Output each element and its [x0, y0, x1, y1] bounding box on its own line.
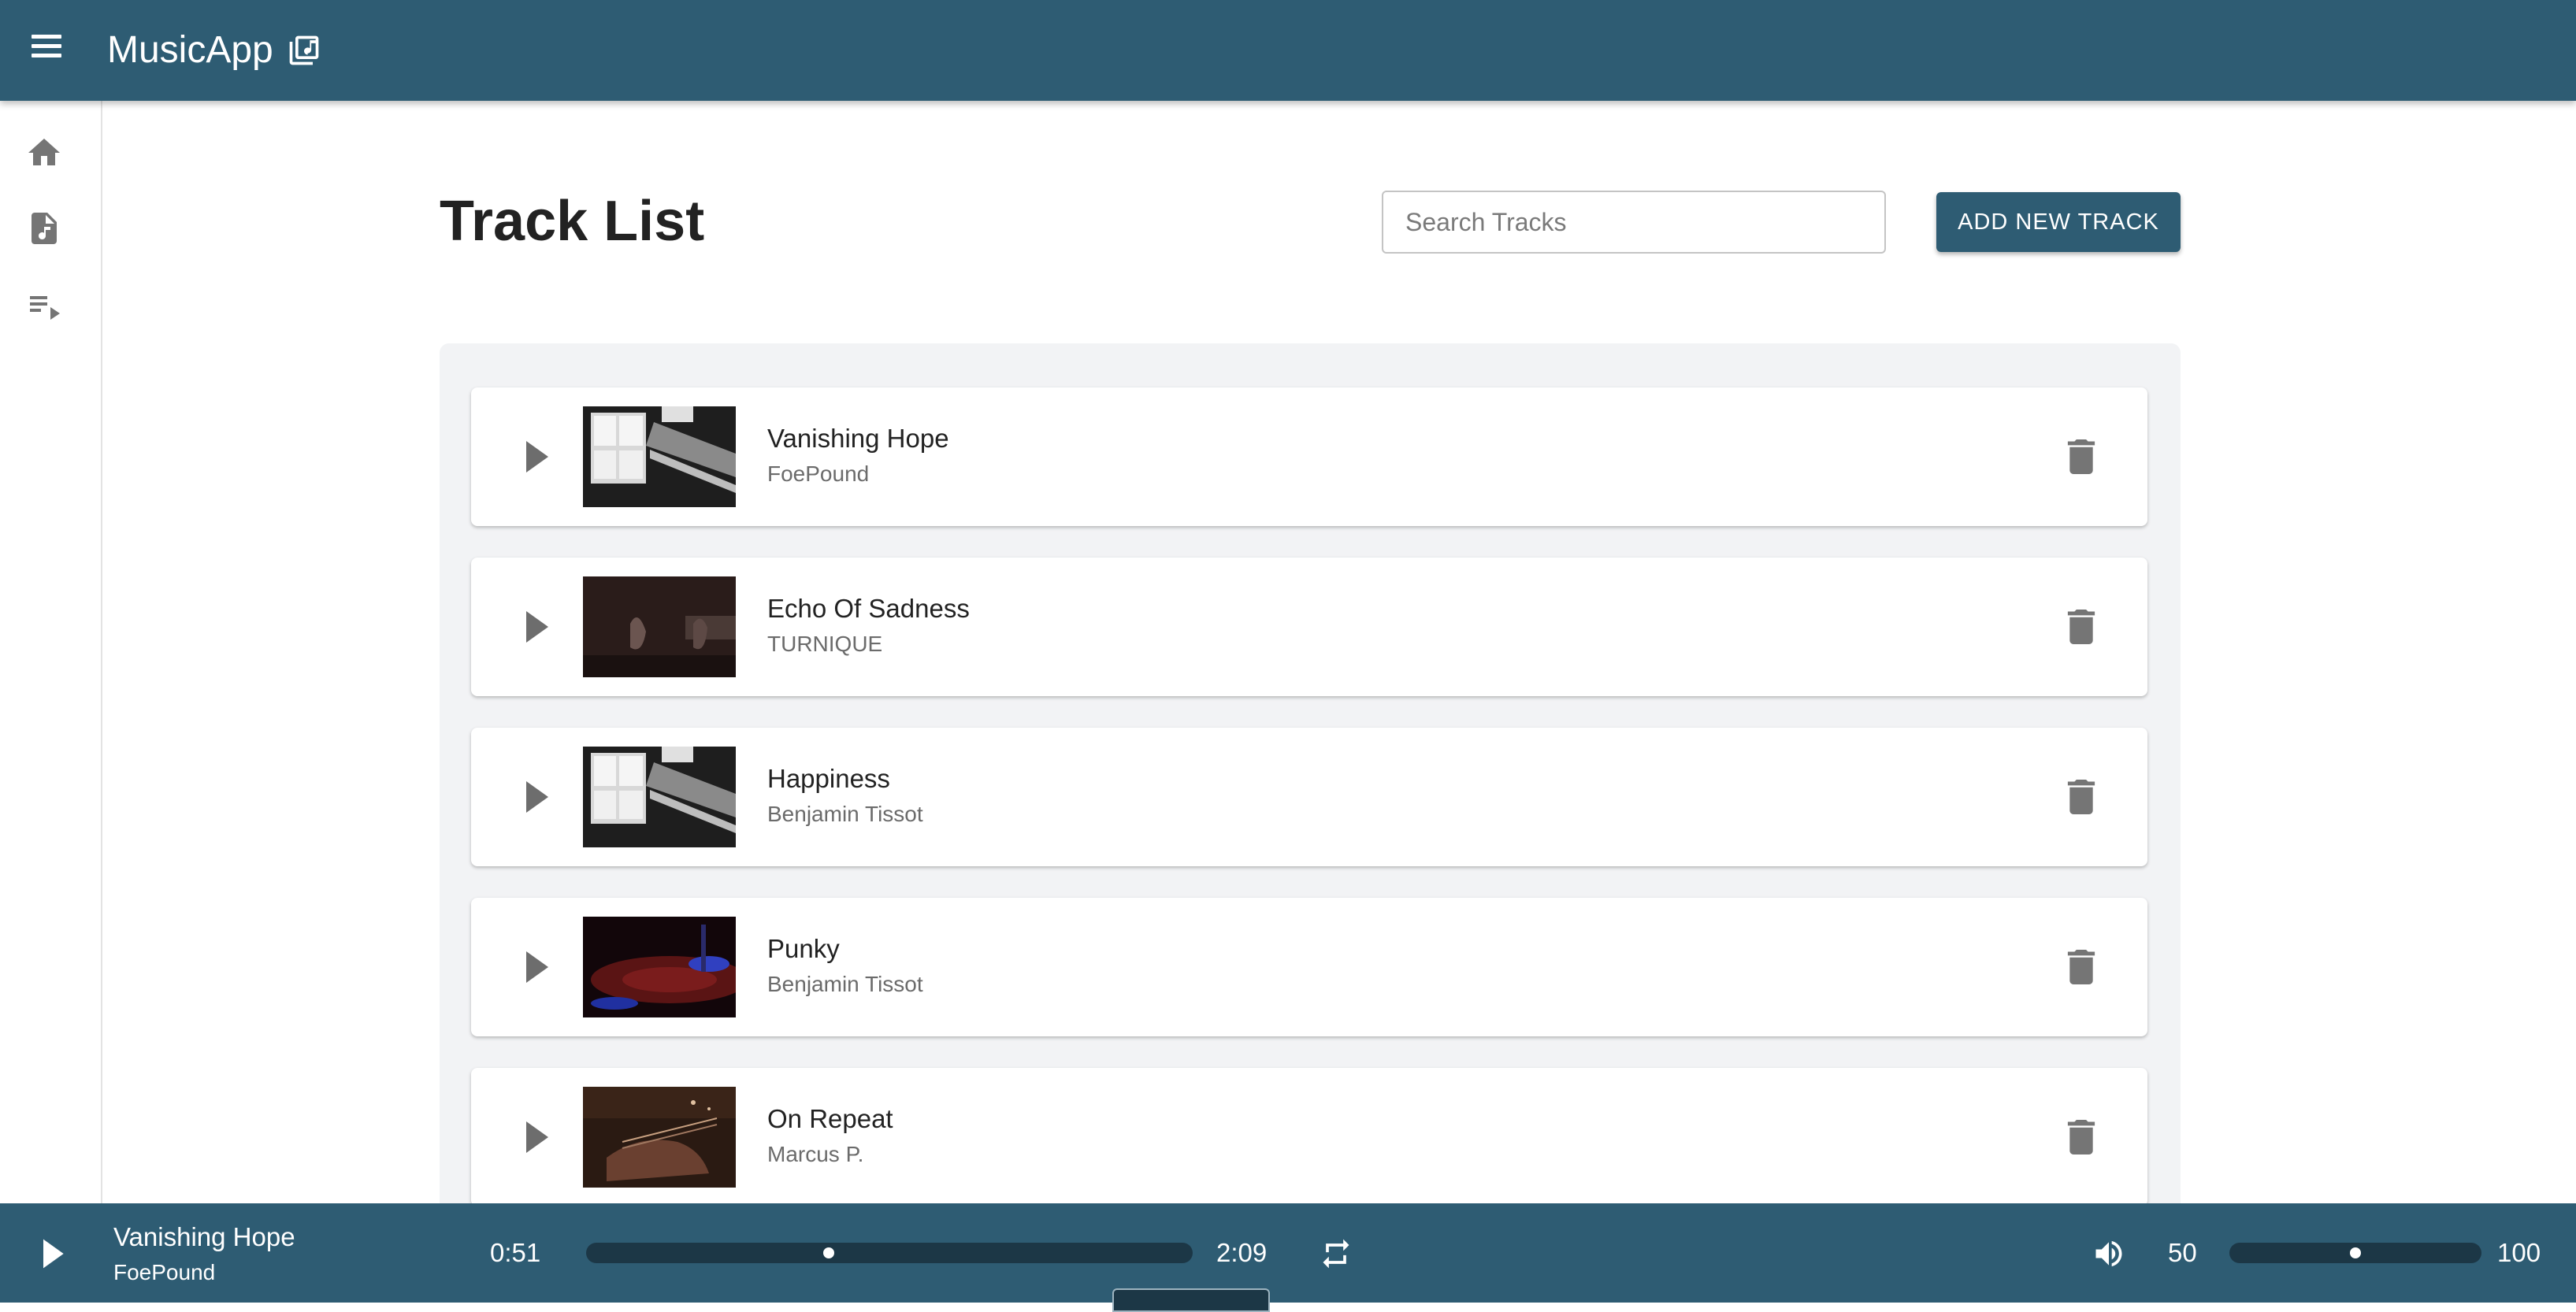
track-artist: Marcus P.	[767, 1142, 864, 1166]
track-artist: FoePound	[767, 461, 870, 486]
music-library-icon	[289, 35, 319, 65]
now-playing-title: Vanishing Hope	[113, 1222, 295, 1251]
page-title: Track List	[440, 190, 705, 253]
menu-icon[interactable]	[32, 35, 63, 66]
track-title: Echo Of Sadness	[767, 594, 970, 623]
delete-icon[interactable]	[2067, 1120, 2095, 1154]
player-bar: Vanishing Hope FoePound 0:51 2:09 50 100	[0, 1203, 2576, 1303]
volume-icon[interactable]	[2091, 1236, 2127, 1271]
volume-max: 100	[2497, 1238, 2541, 1267]
track-artist: Benjamin Tissot	[767, 802, 923, 826]
track-artist: TURNIQUE	[767, 632, 883, 656]
track-artist: Benjamin Tissot	[767, 972, 923, 996]
play-icon[interactable]	[520, 778, 551, 816]
delete-icon[interactable]	[2067, 780, 2095, 814]
sidebar	[0, 101, 102, 1203]
track-thumbnail	[583, 576, 736, 677]
track-title: Happiness	[767, 764, 890, 793]
track-thumbnail	[583, 747, 736, 847]
volume-slider[interactable]	[2229, 1243, 2481, 1263]
play-icon[interactable]	[520, 438, 551, 476]
home-icon[interactable]	[25, 134, 63, 172]
playlist-icon[interactable]	[25, 287, 63, 324]
delete-icon[interactable]	[2067, 950, 2095, 984]
track-row[interactable]: Vanishing Hope FoePound	[471, 387, 2147, 526]
play-icon[interactable]	[36, 1236, 68, 1271]
track-title: Vanishing Hope	[767, 424, 949, 453]
delete-icon[interactable]	[2067, 610, 2095, 644]
volume-value: 50	[2168, 1238, 2197, 1267]
add-new-track-button[interactable]: ADD NEW TRACK	[1936, 192, 2181, 252]
repeat-icon[interactable]	[1317, 1236, 1355, 1271]
app-bar: MusicApp	[0, 0, 2576, 101]
track-row[interactable]: On Repeat Marcus P.	[471, 1068, 2147, 1206]
progress-slider[interactable]	[586, 1243, 1193, 1263]
elapsed-time: 0:51	[490, 1238, 541, 1267]
progress-slider-thumb[interactable]	[821, 1245, 837, 1261]
track-thumbnail	[583, 1087, 736, 1188]
search-input[interactable]	[1382, 191, 1886, 254]
app-title: MusicApp	[107, 29, 273, 71]
track-title: On Repeat	[767, 1104, 893, 1133]
play-icon[interactable]	[520, 608, 551, 646]
track-row[interactable]: Punky Benjamin Tissot	[471, 898, 2147, 1036]
track-thumbnail	[583, 406, 736, 507]
duration-time: 2:09	[1216, 1238, 1268, 1267]
delete-icon[interactable]	[2067, 439, 2095, 474]
tooltip	[1112, 1288, 1270, 1312]
track-row[interactable]: Happiness Benjamin Tissot	[471, 728, 2147, 866]
play-icon[interactable]	[520, 948, 551, 986]
track-list: Vanishing Hope FoePound Echo Of Sadness …	[440, 343, 2181, 1225]
track-row[interactable]: Echo Of Sadness TURNIQUE	[471, 558, 2147, 696]
volume-slider-thumb[interactable]	[2348, 1245, 2363, 1261]
music-file-icon[interactable]	[25, 209, 63, 247]
play-icon[interactable]	[520, 1118, 551, 1156]
track-title: Punky	[767, 934, 840, 963]
now-playing-artist: FoePound	[113, 1260, 216, 1284]
track-thumbnail	[583, 917, 736, 1017]
